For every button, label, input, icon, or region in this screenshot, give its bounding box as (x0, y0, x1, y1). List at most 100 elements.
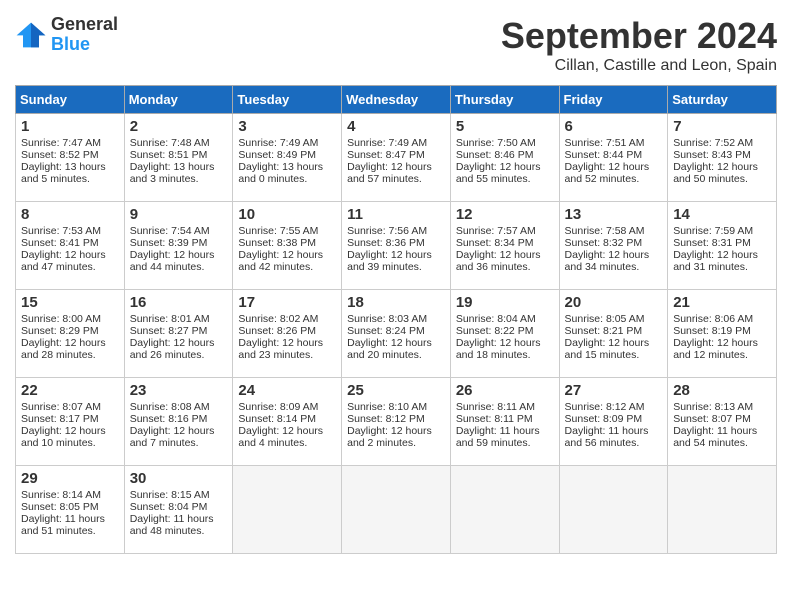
day-number: 30 (130, 470, 228, 487)
sunset-text: Sunset: 8:31 PM (673, 237, 751, 249)
sunset-text: Sunset: 8:34 PM (456, 237, 534, 249)
day-number: 11 (347, 206, 445, 223)
calendar-cell: 8Sunrise: 7:53 AMSunset: 8:41 PMDaylight… (16, 202, 125, 290)
calendar-cell: 7Sunrise: 7:52 AMSunset: 8:43 PMDaylight… (668, 114, 777, 202)
daylight-text: Daylight: 12 hours and 4 minutes. (238, 425, 323, 449)
daylight-text: Daylight: 12 hours and 31 minutes. (673, 249, 758, 273)
calendar-cell: 28 Sunrise: 8:13 AMSunset: 8:07 PMDayligh… (668, 378, 777, 466)
daylight-text: Daylight: 11 hours and 48 minutes. (130, 513, 214, 537)
calendar-cell (342, 466, 451, 554)
daylight-text: Daylight: 11 hours and 54 minutes. (673, 425, 757, 449)
sunrise-text: Sunrise: 7:49 AM (238, 137, 318, 149)
day-number: 16 (130, 294, 228, 311)
calendar-cell (668, 466, 777, 554)
sunset-text: Sunset: 8:17 PM (21, 413, 99, 425)
day-number: 24 (238, 382, 336, 399)
sunrise-text: Sunrise: 7:48 AM (130, 137, 210, 149)
sunrise-text: Sunrise: 8:06 AM (673, 313, 753, 325)
day-number: 28 (673, 382, 771, 399)
calendar-cell: 11Sunrise: 7:56 AMSunset: 8:36 PMDayligh… (342, 202, 451, 290)
sunset-text: Sunset: 8:14 PM (238, 413, 316, 425)
sunset-text: Sunset: 8:19 PM (673, 325, 751, 337)
day-number: 14 (673, 206, 771, 223)
calendar-cell: 3Sunrise: 7:49 AMSunset: 8:49 PMDaylight… (233, 114, 342, 202)
daylight-text: Daylight: 12 hours and 2 minutes. (347, 425, 432, 449)
calendar-cell: 20Sunrise: 8:05 AMSunset: 8:21 PMDayligh… (559, 290, 668, 378)
calendar-cell: 5Sunrise: 7:50 AMSunset: 8:46 PMDaylight… (450, 114, 559, 202)
daylight-text: Daylight: 12 hours and 15 minutes. (565, 337, 650, 361)
calendar-cell: 26Sunrise: 8:11 AMSunset: 8:11 PMDayligh… (450, 378, 559, 466)
sunset-text: Sunset: 8:16 PM (130, 413, 208, 425)
sunrise-text: Sunrise: 8:09 AM (238, 401, 318, 413)
calendar-cell: 27Sunrise: 8:12 AMSunset: 8:09 PMDayligh… (559, 378, 668, 466)
calendar-cell (559, 466, 668, 554)
sunset-text: Sunset: 8:22 PM (456, 325, 534, 337)
sunrise-text: Sunrise: 8:13 AM (673, 401, 753, 413)
daylight-text: Daylight: 12 hours and 50 minutes. (673, 161, 758, 185)
calendar-cell (450, 466, 559, 554)
calendar-cell: 25Sunrise: 8:10 AMSunset: 8:12 PMDayligh… (342, 378, 451, 466)
calendar-cell: 2Sunrise: 7:48 AMSunset: 8:51 PMDaylight… (124, 114, 233, 202)
sunrise-text: Sunrise: 8:15 AM (130, 489, 210, 501)
sunrise-text: Sunrise: 8:12 AM (565, 401, 645, 413)
sunset-text: Sunset: 8:38 PM (238, 237, 316, 249)
sunrise-text: Sunrise: 7:54 AM (130, 225, 210, 237)
calendar-cell: 29Sunrise: 8:14 AMSunset: 8:05 PMDayligh… (16, 466, 125, 554)
location-title: Cillan, Castille and Leon, Spain (501, 57, 777, 75)
sunset-text: Sunset: 8:41 PM (21, 237, 99, 249)
day-number: 8 (21, 206, 119, 223)
sunrise-text: Sunrise: 8:05 AM (565, 313, 645, 325)
day-number: 27 (565, 382, 663, 399)
daylight-text: Daylight: 12 hours and 7 minutes. (130, 425, 215, 449)
th-thursday: Thursday (450, 86, 559, 114)
sunset-text: Sunset: 8:27 PM (130, 325, 208, 337)
sunrise-text: Sunrise: 8:01 AM (130, 313, 210, 325)
sunrise-text: Sunrise: 7:53 AM (21, 225, 101, 237)
calendar-cell: 9Sunrise: 7:54 AMSunset: 8:39 PMDaylight… (124, 202, 233, 290)
daylight-text: Daylight: 12 hours and 12 minutes. (673, 337, 758, 361)
day-number: 25 (347, 382, 445, 399)
th-sunday: Sunday (16, 86, 125, 114)
sunset-text: Sunset: 8:49 PM (238, 149, 316, 161)
daylight-text: Daylight: 13 hours and 5 minutes. (21, 161, 106, 185)
sunrise-text: Sunrise: 8:02 AM (238, 313, 318, 325)
sunrise-text: Sunrise: 7:59 AM (673, 225, 753, 237)
day-number: 5 (456, 118, 554, 135)
day-number: 12 (456, 206, 554, 223)
calendar-cell: 23Sunrise: 8:08 AMSunset: 8:16 PMDayligh… (124, 378, 233, 466)
day-number: 7 (673, 118, 771, 135)
calendar-cell: 16Sunrise: 8:01 AMSunset: 8:27 PMDayligh… (124, 290, 233, 378)
daylight-text: Daylight: 12 hours and 10 minutes. (21, 425, 106, 449)
day-number: 19 (456, 294, 554, 311)
calendar-cell: 17Sunrise: 8:02 AMSunset: 8:26 PMDayligh… (233, 290, 342, 378)
daylight-text: Daylight: 12 hours and 55 minutes. (456, 161, 541, 185)
day-number: 23 (130, 382, 228, 399)
day-number: 15 (21, 294, 119, 311)
calendar-cell: 13Sunrise: 7:58 AMSunset: 8:32 PMDayligh… (559, 202, 668, 290)
daylight-text: Daylight: 12 hours and 39 minutes. (347, 249, 432, 273)
sunset-text: Sunset: 8:43 PM (673, 149, 751, 161)
sunset-text: Sunset: 8:04 PM (130, 501, 208, 513)
header: General Blue September 2024 Cillan, Cast… (15, 15, 777, 75)
sunrise-text: Sunrise: 8:14 AM (21, 489, 101, 501)
sunset-text: Sunset: 8:39 PM (130, 237, 208, 249)
calendar-cell: 12Sunrise: 7:57 AMSunset: 8:34 PMDayligh… (450, 202, 559, 290)
sunrise-text: Sunrise: 7:49 AM (347, 137, 427, 149)
sunset-text: Sunset: 8:47 PM (347, 149, 425, 161)
sunrise-text: Sunrise: 7:58 AM (565, 225, 645, 237)
daylight-text: Daylight: 12 hours and 23 minutes. (238, 337, 323, 361)
calendar-cell: 24 Sunrise: 8:09 AMSunset: 8:14 PMDayligh… (233, 378, 342, 466)
logo: General Blue (15, 15, 118, 55)
sunset-text: Sunset: 8:32 PM (565, 237, 643, 249)
sunset-text: Sunset: 8:51 PM (130, 149, 208, 161)
daylight-text: Daylight: 13 hours and 0 minutes. (238, 161, 323, 185)
day-number: 21 (673, 294, 771, 311)
day-number: 2 (130, 118, 228, 135)
day-number: 29 (21, 470, 119, 487)
day-number: 18 (347, 294, 445, 311)
day-number: 13 (565, 206, 663, 223)
sunrise-text: Sunrise: 7:51 AM (565, 137, 645, 149)
daylight-text: Daylight: 12 hours and 44 minutes. (130, 249, 215, 273)
sunset-text: Sunset: 8:07 PM (673, 413, 751, 425)
sunset-text: Sunset: 8:52 PM (21, 149, 99, 161)
